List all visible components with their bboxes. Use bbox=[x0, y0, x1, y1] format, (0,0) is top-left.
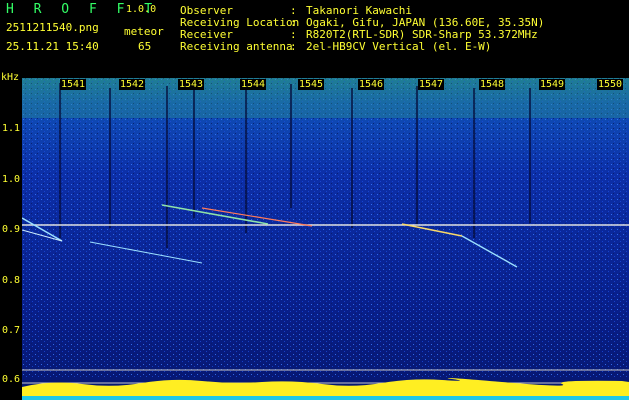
time-tick-label: 1544 bbox=[240, 79, 267, 90]
info-key-antenna: Receiving antenna bbox=[180, 40, 293, 53]
y-tick-label: 0.7 bbox=[2, 325, 21, 336]
header-panel: H R O F F T 1.0.0 2511211540.png meteor … bbox=[0, 0, 629, 78]
time-tick-label: 1547 bbox=[418, 79, 445, 90]
time-tick-label: 1545 bbox=[298, 79, 325, 90]
y-tick-label: 0.6 bbox=[2, 374, 21, 385]
y-tick-label: 0.8 bbox=[2, 275, 21, 286]
info-value-antenna: 2el-HB9CV Vertical (el. E-W) bbox=[306, 40, 492, 53]
y-tick-label: 0.9 bbox=[2, 224, 21, 235]
time-tick-label: 1543 bbox=[178, 79, 205, 90]
info-colon: : bbox=[290, 40, 297, 53]
bottom-cyan-band bbox=[22, 396, 629, 400]
time-tick-label: 1541 bbox=[60, 79, 87, 90]
meteor-count: 65 bbox=[138, 40, 152, 53]
time-tick-label: 1542 bbox=[119, 79, 146, 90]
version-label: 1.0.0 bbox=[126, 4, 157, 15]
time-tick-label: 1548 bbox=[479, 79, 506, 90]
y-tick-label: 1.0 bbox=[2, 174, 21, 185]
time-tick-label: 1546 bbox=[358, 79, 385, 90]
meteor-label: meteor bbox=[124, 25, 164, 38]
datetime-label: 25.11.21 15:40 bbox=[6, 40, 99, 53]
unit-label: kHz bbox=[1, 72, 20, 83]
filename-label: 2511211540.png bbox=[6, 21, 99, 34]
y-tick-label: 1.1 bbox=[2, 123, 21, 134]
spectrogram bbox=[22, 78, 629, 400]
time-tick-label: 1550 bbox=[597, 79, 624, 90]
noise-texture bbox=[22, 78, 629, 378]
time-tick-label: 1549 bbox=[539, 79, 566, 90]
upper-noise-band bbox=[22, 78, 629, 118]
